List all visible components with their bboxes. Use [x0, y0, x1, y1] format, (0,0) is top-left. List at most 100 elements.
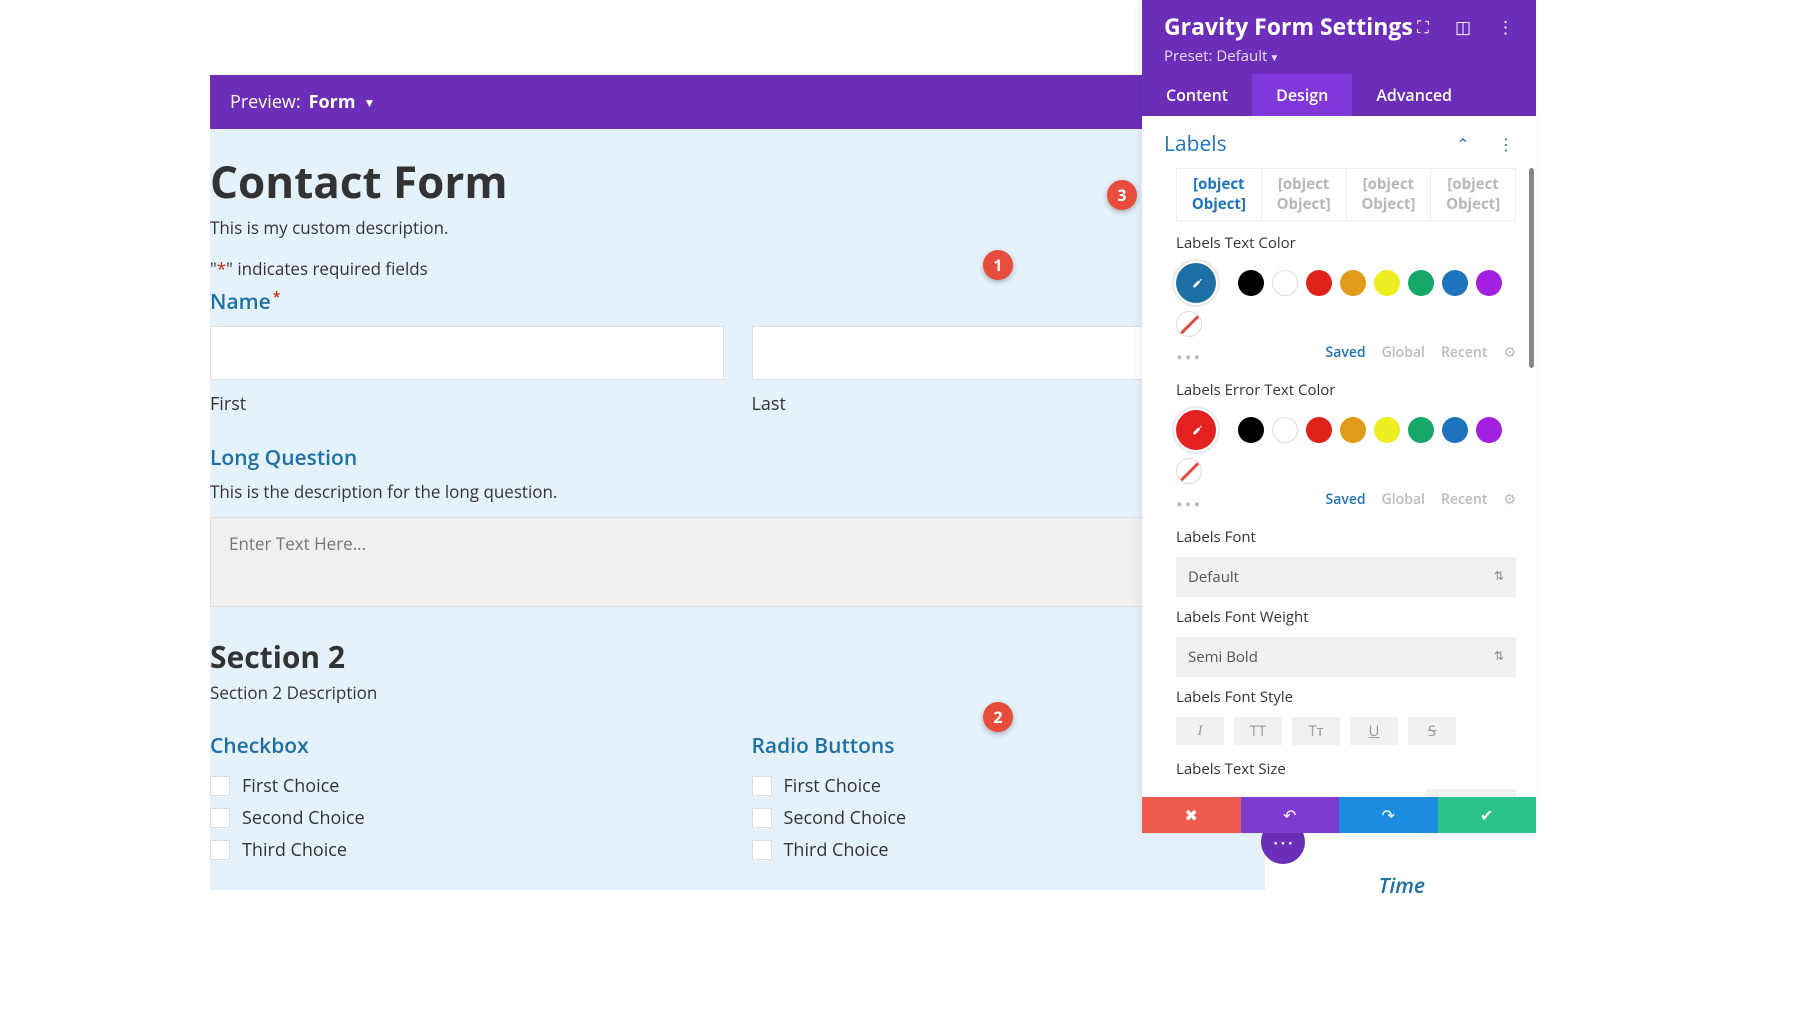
uppercase-toggle[interactable]: TT: [1234, 717, 1282, 745]
color-tab-saved[interactable]: Saved: [1326, 343, 1366, 362]
first-name-input[interactable]: [210, 326, 724, 380]
labels-font-weight-label: Labels Font Weight: [1176, 607, 1516, 627]
long-question-textarea[interactable]: [210, 517, 1265, 607]
labels-error-color-label: Labels Error Text Color: [1176, 380, 1516, 400]
chevron-down-icon: ▼: [364, 94, 376, 111]
labels-text-color-label: Labels Text Color: [1176, 233, 1516, 253]
long-question-label: Long Question: [210, 444, 1265, 472]
color-picker-button[interactable]: [1176, 263, 1216, 303]
color-swatch[interactable]: [1408, 270, 1434, 296]
color-swatch[interactable]: [1238, 270, 1264, 296]
checkbox-icon: [210, 808, 230, 828]
callout-badge-1: 1: [983, 250, 1013, 280]
labels-font-select[interactable]: Default: [1176, 557, 1516, 597]
more-icon[interactable]: •••: [1176, 493, 1202, 517]
color-tab-global[interactable]: Global: [1382, 490, 1425, 509]
color-tab-recent[interactable]: Recent: [1441, 343, 1487, 362]
labels-font-weight-select[interactable]: Semi Bold: [1176, 637, 1516, 677]
checkbox-item[interactable]: Third Choice: [210, 838, 724, 862]
panel-title: Gravity Form Settings: [1164, 10, 1413, 42]
chevron-up-icon: ⌃: [1456, 133, 1469, 155]
kebab-icon[interactable]: ⋮: [1498, 133, 1514, 155]
color-swatch[interactable]: [1442, 270, 1468, 296]
time-label: Time: [1379, 872, 1425, 900]
dock-icon[interactable]: ◫: [1455, 15, 1471, 38]
labels-font-style-label: Labels Font Style: [1176, 687, 1516, 707]
callout-badge-3: 3: [1107, 180, 1137, 210]
close-button[interactable]: ✖: [1142, 797, 1241, 833]
radio-icon: [752, 840, 772, 860]
form-body: Contact Form This is my custom descripti…: [210, 129, 1265, 890]
settings-panel: Gravity Form Settings ⛶ ◫ ⋮ Preset: Defa…: [1142, 0, 1536, 833]
color-swatch[interactable]: [1238, 417, 1264, 443]
color-tab-saved[interactable]: Saved: [1326, 490, 1366, 509]
tab-design[interactable]: Design: [1252, 74, 1352, 116]
fullscreen-icon[interactable]: ⛶: [1417, 15, 1429, 38]
radio-icon: [752, 808, 772, 828]
tab-content[interactable]: Content: [1142, 74, 1252, 116]
color-swatch[interactable]: [1442, 417, 1468, 443]
kebab-icon[interactable]: ⋮: [1497, 15, 1514, 38]
undo-button[interactable]: ↶: [1241, 797, 1340, 833]
italic-toggle[interactable]: I: [1176, 717, 1224, 745]
text-size-value[interactable]: 18px: [1426, 789, 1516, 797]
form-description: This is my custom description.: [210, 216, 1265, 239]
checkbox-item[interactable]: Second Choice: [210, 806, 724, 830]
color-swatch[interactable]: [1374, 417, 1400, 443]
eyedropper-icon: [1188, 275, 1204, 291]
color-swatch[interactable]: [1476, 270, 1502, 296]
preview-label: Preview:: [230, 90, 301, 114]
labels-subtabs: [object Object] [object Object] [object …: [1176, 168, 1516, 221]
preview-value: Form: [309, 90, 356, 114]
section-2-description: Section 2 Description: [210, 681, 1265, 704]
tab-advanced[interactable]: Advanced: [1352, 74, 1476, 116]
color-swatch[interactable]: [1306, 417, 1332, 443]
strikethrough-toggle[interactable]: S: [1408, 717, 1456, 745]
labels-subtab[interactable]: [object Object]: [1177, 169, 1262, 220]
color-none-swatch[interactable]: [1176, 458, 1202, 484]
gear-icon[interactable]: ⚙: [1503, 490, 1516, 509]
color-swatch[interactable]: [1476, 417, 1502, 443]
panel-footer-buttons: ✖ ↶ ↷ ✔: [1142, 797, 1536, 833]
more-icon[interactable]: •••: [1176, 346, 1202, 370]
required-indicator-text: "*" indicates required fields: [210, 257, 1265, 280]
color-none-swatch[interactable]: [1176, 311, 1202, 337]
checkbox-label: Checkbox: [210, 732, 724, 760]
redo-button[interactable]: ↷: [1339, 797, 1438, 833]
underline-toggle[interactable]: U: [1350, 717, 1398, 745]
color-tab-global[interactable]: Global: [1382, 343, 1425, 362]
color-swatch[interactable]: [1340, 270, 1366, 296]
preset-selector[interactable]: Preset: Default▼: [1164, 46, 1514, 66]
labels-section-header[interactable]: Labels ⌃ ⋮: [1142, 116, 1536, 168]
radio-icon: [752, 776, 772, 796]
color-swatch[interactable]: [1340, 417, 1366, 443]
form-title: Contact Form: [210, 151, 1265, 216]
labels-font-label: Labels Font: [1176, 527, 1516, 547]
first-name-sublabel: First: [210, 392, 724, 416]
callout-badge-2: 2: [983, 702, 1013, 732]
gear-icon[interactable]: ⚙: [1503, 343, 1516, 362]
scrollbar[interactable]: [1529, 168, 1534, 368]
smallcaps-toggle[interactable]: Tᴛ: [1292, 717, 1340, 745]
checkbox-icon: [210, 840, 230, 860]
color-swatch[interactable]: [1408, 417, 1434, 443]
checkbox-item[interactable]: First Choice: [210, 774, 724, 798]
color-swatch[interactable]: [1374, 270, 1400, 296]
color-swatch[interactable]: [1272, 417, 1298, 443]
labels-subtab[interactable]: [object Object]: [1347, 169, 1432, 220]
checkbox-icon: [210, 776, 230, 796]
section-2-title: Section 2: [210, 636, 1265, 677]
radio-item[interactable]: Third Choice: [752, 838, 1266, 862]
long-question-description: This is the description for the long que…: [210, 480, 1265, 503]
save-button[interactable]: ✔: [1438, 797, 1537, 833]
color-swatch[interactable]: [1272, 270, 1298, 296]
color-swatch[interactable]: [1306, 270, 1332, 296]
font-style-toggle-group: I TT Tᴛ U S: [1176, 717, 1516, 745]
preview-bar[interactable]: Preview: Form ▼: [210, 75, 1265, 129]
labels-subtab[interactable]: [object Object]: [1262, 169, 1347, 220]
labels-subtab[interactable]: [object Object]: [1431, 169, 1515, 220]
panel-header: Gravity Form Settings ⛶ ◫ ⋮ Preset: Defa…: [1142, 0, 1536, 74]
color-tab-recent[interactable]: Recent: [1441, 490, 1487, 509]
labels-text-size-label: Labels Text Size: [1176, 759, 1516, 779]
color-picker-button[interactable]: [1176, 410, 1216, 450]
